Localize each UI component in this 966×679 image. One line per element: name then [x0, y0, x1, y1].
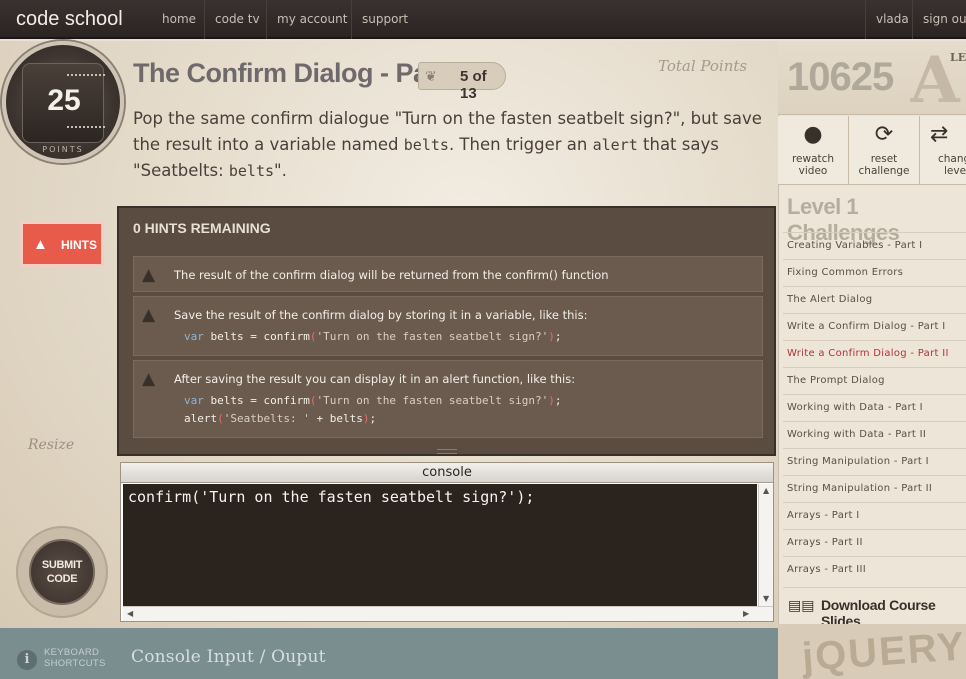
- slides-icon: ▤▤: [788, 598, 815, 614]
- hints-button-label: HINTS: [61, 238, 97, 252]
- nav-sign-out[interactable]: sign out: [912, 0, 966, 39]
- challenge-item[interactable]: Working with Data - Part I: [783, 394, 966, 421]
- scroll-down-icon[interactable]: ▼: [763, 594, 769, 603]
- desc-code: belts: [228, 162, 275, 180]
- codeschool-logo[interactable]: code school: [16, 8, 123, 31]
- challenge-item[interactable]: Arrays - Part II: [783, 529, 966, 556]
- ticks-top: [67, 74, 105, 84]
- rewatch-video-button[interactable]: ● rewatch video: [778, 116, 849, 185]
- video-camera-icon: ●: [803, 122, 823, 147]
- hints-button[interactable]: ▲ HINTS: [20, 221, 104, 267]
- resize-grip[interactable]: [437, 449, 457, 454]
- eiffel-art: A LE: [910, 48, 966, 114]
- console-header: console: [121, 463, 773, 483]
- hint-item: ▲ The result of the confirm dialog will …: [133, 256, 763, 292]
- scroll-left-icon[interactable]: ◀: [127, 609, 133, 618]
- warning-icon: ▲: [142, 369, 156, 389]
- challenge-title: The Confirm Dialog - Part II: [133, 58, 468, 88]
- submit-code-button[interactable]: SUBMIT CODE: [16, 526, 108, 618]
- reset-challenge-button[interactable]: ⟳ reset challenge: [849, 116, 920, 185]
- jquery-promo[interactable]: jQUERY: [778, 624, 966, 679]
- scroll-right-icon[interactable]: ▶: [743, 609, 749, 618]
- console: console confirm('Turn on the fasten seat…: [120, 462, 774, 622]
- points-badge: 25 POINTS: [2, 41, 124, 163]
- challenge-item-active[interactable]: Write a Confirm Dialog - Part II: [783, 340, 966, 367]
- nav-my-account[interactable]: my account: [266, 0, 357, 39]
- challenge-progress: 5 of 13: [460, 68, 487, 102]
- desc-text: . Then trigger an: [448, 135, 593, 154]
- console-horizontal-scrollbar[interactable]: ◀ ▶: [123, 606, 773, 621]
- hint-item: ▲ Save the result of the confirm dialog …: [133, 296, 763, 356]
- desc-text: ".: [274, 161, 287, 180]
- ticks-bottom: [67, 126, 105, 136]
- challenge-item[interactable]: Arrays - Part III: [783, 556, 966, 583]
- warning-icon: ▲: [142, 265, 156, 285]
- points-value: 25: [47, 84, 81, 117]
- logo-text: code school: [16, 8, 123, 30]
- reset-icon: ⟳: [874, 122, 894, 147]
- console-input[interactable]: confirm('Turn on the fasten seatbelt sig…: [123, 484, 757, 606]
- change-level-button[interactable]: ⇄ changelevel: [920, 116, 966, 185]
- hint-code: var belts = confirm('Turn on the fasten …: [184, 330, 562, 343]
- hint-text: Save the result of the confirm dialog by…: [174, 308, 588, 322]
- download-slides-button[interactable]: ▤▤ Download Course Slides: [783, 587, 966, 629]
- hints-panel: 0 HINTS REMAINING ▲ The result of the co…: [117, 206, 776, 456]
- console-input-text: confirm('Turn on the fasten seatbelt sig…: [128, 488, 535, 506]
- top-navigation: [0, 0, 966, 39]
- action-label: rewatch video: [791, 153, 835, 177]
- warning-icon: ▲: [142, 305, 156, 325]
- challenge-item[interactable]: The Alert Dialog: [783, 286, 966, 313]
- submit-button-face: SUBMIT CODE: [29, 539, 95, 605]
- submit-button-label: SUBMIT CODE: [41, 559, 83, 585]
- bottom-bar: [0, 628, 778, 679]
- hint-item: ▲ After saving the result you can displa…: [133, 360, 763, 438]
- challenge-item[interactable]: Write a Confirm Dialog - Part I: [783, 313, 966, 340]
- console-vertical-scrollbar[interactable]: ▲ ▼: [758, 484, 773, 606]
- points-display: 25: [22, 63, 105, 143]
- nav-support[interactable]: support: [351, 0, 418, 39]
- hint-code: alert('Seatbelts: ' + belts);: [184, 412, 377, 425]
- points-label: POINTS: [42, 145, 84, 154]
- hint-text: After saving the result you can display …: [174, 372, 576, 386]
- nav-home[interactable]: home: [152, 0, 206, 39]
- total-score: 10625: [787, 55, 894, 99]
- challenge-item[interactable]: The Prompt Dialog: [783, 367, 966, 394]
- challenge-item[interactable]: String Manipulation - Part II: [783, 475, 966, 502]
- warning-icon: ▲: [33, 236, 48, 253]
- hint-code: var belts = confirm('Turn on the fasten …: [184, 394, 562, 407]
- challenge-item[interactable]: String Manipulation - Part I: [783, 448, 966, 475]
- nav-user[interactable]: vlada: [865, 0, 919, 39]
- total-points-label: Total Points: [658, 57, 748, 75]
- console-io-label: Console Input / Ouput: [131, 647, 326, 667]
- challenge-item[interactable]: Creating Variables - Part I: [783, 232, 966, 259]
- challenge-progress-tag: ❦ 5 of 13: [418, 62, 506, 102]
- challenge-description: Pop the same confirm dialogue "Turn on t…: [133, 106, 773, 184]
- resize-label: Resize: [28, 437, 75, 453]
- action-label: reset challenge: [858, 153, 910, 177]
- scroll-up-icon[interactable]: ▲: [763, 486, 769, 495]
- hint-text: The result of the confirm dialog will be…: [174, 268, 609, 282]
- hints-title: 0 HINTS REMAINING: [133, 220, 271, 236]
- challenge-item[interactable]: Working with Data - Part II: [783, 421, 966, 448]
- jquery-promo-text: jQUERY: [800, 624, 966, 679]
- keyboard-shortcuts-link[interactable]: KEYBOARD SHORTCUTS: [44, 647, 106, 669]
- desc-code: alert: [592, 136, 638, 154]
- info-icon[interactable]: i: [17, 650, 37, 670]
- challenge-tag-icon: ❦: [425, 69, 437, 85]
- challenge-item[interactable]: Arrays - Part I: [783, 502, 966, 529]
- action-label: changelevel: [938, 153, 966, 177]
- challenge-item[interactable]: Fixing Common Errors: [783, 259, 966, 286]
- desc-code: belts: [403, 136, 449, 154]
- change-arrows-icon: ⇄: [930, 122, 949, 147]
- nav-code-tv[interactable]: code tv: [204, 0, 270, 39]
